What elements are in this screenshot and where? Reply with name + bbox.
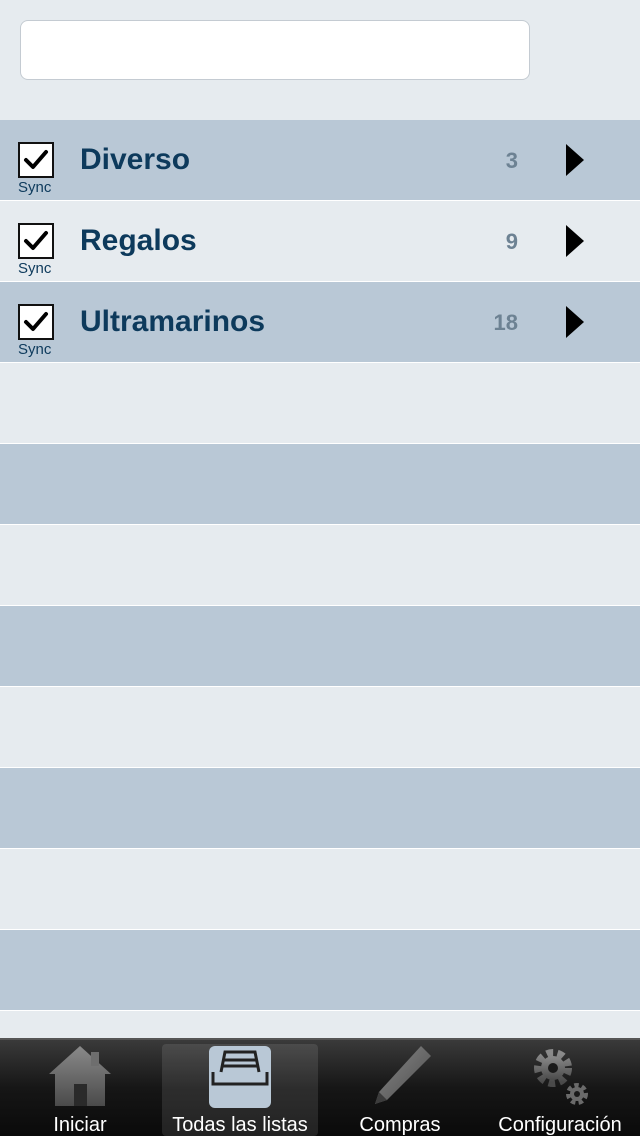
- list-row-ultramarinos[interactable]: Sync Ultramarinos 18: [0, 282, 640, 363]
- pencil-icon: [375, 1046, 431, 1104]
- item-count: 3: [505, 148, 518, 173]
- tab-shopping[interactable]: Compras: [320, 1040, 480, 1136]
- tab-label: Configuración: [498, 1114, 622, 1136]
- tab-home[interactable]: Iniciar: [0, 1040, 160, 1136]
- search-area: [0, 0, 640, 120]
- empty-row: [0, 363, 640, 444]
- empty-row: [0, 849, 640, 930]
- empty-row: [0, 606, 640, 687]
- checkmark-icon: [24, 312, 48, 331]
- empty-row: [0, 444, 640, 525]
- disclosure-arrow-icon[interactable]: [566, 144, 584, 176]
- list-title: Regalos: [80, 224, 197, 257]
- search-input[interactable]: [20, 20, 530, 80]
- disclosure-arrow-icon[interactable]: [566, 306, 584, 338]
- card-box-icon: [209, 1046, 271, 1108]
- disclosure-arrow-icon[interactable]: [566, 225, 584, 257]
- checkmark-icon: [24, 150, 48, 169]
- house-icon: [49, 1046, 111, 1106]
- item-count: 18: [493, 310, 518, 335]
- empty-row: [0, 687, 640, 768]
- sync-label: Sync: [18, 341, 52, 358]
- tab-all-lists[interactable]: Todas las listas: [160, 1040, 320, 1136]
- tab-label: Compras: [359, 1114, 441, 1136]
- list-row-regalos[interactable]: Sync Regalos 9: [0, 201, 640, 282]
- tab-settings[interactable]: Configuración: [480, 1040, 640, 1136]
- checkmark-icon: [24, 231, 48, 250]
- tab-label: Todas las listas: [172, 1114, 308, 1136]
- sync-checkbox[interactable]: [18, 223, 54, 259]
- sync-checkbox[interactable]: [18, 304, 54, 340]
- empty-row: [0, 768, 640, 849]
- item-count: 9: [505, 229, 518, 254]
- sync-label: Sync: [18, 179, 52, 196]
- list-title: Diverso: [80, 143, 191, 176]
- sync-checkbox[interactable]: [18, 142, 54, 178]
- sync-label: Sync: [18, 260, 52, 277]
- tab-label: Iniciar: [53, 1114, 107, 1136]
- tab-bar: Iniciar Todas las listas Compras Configu…: [0, 1038, 640, 1136]
- gear-icon: [534, 1049, 588, 1105]
- lists-table: Sync Diverso 3 Sync Regalos 9 Sync Ultra…: [0, 120, 640, 1038]
- list-title: Ultramarinos: [80, 305, 266, 338]
- list-row-diverso[interactable]: Sync Diverso 3: [0, 120, 640, 201]
- empty-row: [0, 525, 640, 606]
- empty-row: [0, 930, 640, 1011]
